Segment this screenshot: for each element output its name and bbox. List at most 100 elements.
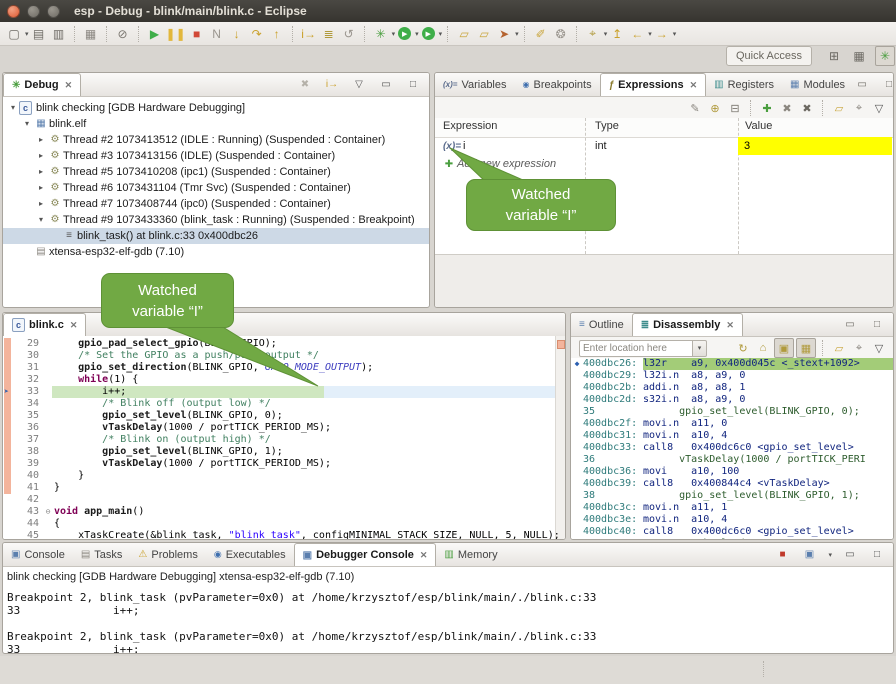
tree-expander-icon[interactable]: ▾ (35, 212, 47, 228)
disassembly-instruction-line[interactable]: 400dbc33:call8 0x400dc6c0 <gpio_set_leve… (571, 442, 893, 454)
show-view-management-icon[interactable]: ≣ (320, 25, 338, 43)
show-source-icon[interactable]: ▣ (774, 338, 794, 358)
suspend-icon[interactable]: ❚❚ (166, 25, 186, 43)
open-folder-icon[interactable]: ▱ (455, 25, 473, 43)
external-tools-dropdown-icon[interactable]: ▾ (439, 30, 443, 38)
column-value[interactable]: Value (745, 120, 772, 132)
tree-expander-icon[interactable]: ▸ (35, 148, 47, 164)
back-dropdown-icon[interactable]: ▾ (648, 30, 652, 38)
code-line[interactable]: 37 /* Blink on (output high) */ (3, 434, 555, 446)
column-type[interactable]: Type (595, 120, 619, 132)
show-type-names-icon[interactable]: ✎ (686, 99, 704, 117)
maximize-icon[interactable]: □ (868, 316, 886, 334)
debug-icon[interactable]: ✳ (372, 25, 390, 43)
maximize-icon[interactable]: □ (880, 76, 894, 94)
tab-memory[interactable]: ▥ Memory (436, 543, 505, 566)
display-selected-console-icon[interactable]: ▣ (800, 546, 818, 564)
annotation-gutter[interactable] (3, 506, 17, 518)
build-icon[interactable]: ▦ (82, 25, 100, 43)
view-menu-icon[interactable]: ▽ (870, 339, 888, 357)
annotation-gutter[interactable] (3, 422, 17, 434)
tab-modules[interactable]: ▦ Modules (782, 73, 853, 96)
debug-tree-item[interactable]: ▸⚙Thread #3 1073413156 (IDLE) (Suspended… (3, 148, 429, 164)
last-edit-location-icon[interactable]: ↥ (608, 25, 626, 43)
code-line[interactable]: 34 /* Blink off (output low) */ (3, 398, 555, 410)
breakpoint-gutter[interactable]: ➤ (3, 386, 17, 398)
annotation-gutter[interactable] (3, 362, 17, 374)
flash-to-device-dropdown-icon[interactable]: ▾ (515, 30, 519, 38)
display-selected-console-dropdown-icon[interactable]: ▾ (828, 551, 832, 559)
maximize-icon[interactable]: □ (868, 546, 886, 564)
disassembly-instruction-line[interactable]: 400dbc39:call8 0x400844c4 <vTaskDelay> (571, 478, 893, 490)
debug-tree-item[interactable]: ▸⚙Thread #6 1073431104 (Tmr Svc) (Suspen… (3, 180, 429, 196)
tab-breakpoints[interactable]: ◉ Breakpoints (515, 73, 600, 96)
tab-debugger-console[interactable]: ▣ Debugger Console ✕ (294, 543, 437, 566)
annotation-gutter[interactable] (3, 494, 17, 506)
flash-to-device-icon[interactable]: ➤ (495, 25, 513, 43)
instruction-stepping-mode-icon[interactable]: i→ (323, 76, 341, 94)
save-all-icon[interactable]: ▥ (50, 25, 68, 43)
tab-executables[interactable]: ◉ Executables (206, 543, 294, 566)
minimize-icon[interactable]: ▭ (841, 546, 859, 564)
format-icon[interactable]: ✐ (532, 25, 550, 43)
annotation-gutter[interactable] (3, 458, 17, 470)
disassembly-instruction-line[interactable]: 400dbc31:movi.n a10, 4 (571, 430, 893, 442)
disassembly-instruction-line[interactable]: 400dbc36:movi a10, 100 (571, 466, 893, 478)
remove-expression-icon[interactable]: ✖ (778, 99, 796, 117)
code-line[interactable]: 44{ (3, 518, 555, 530)
disassembly-instruction-line[interactable]: 400dbc40:call8 0x400dc6c0 <gpio_set_leve… (571, 526, 893, 538)
annotation-gutter[interactable] (3, 374, 17, 386)
code-line[interactable]: 42 (3, 494, 555, 506)
tree-expander-icon[interactable]: ▸ (35, 132, 47, 148)
disconnect-icon[interactable]: N (208, 25, 226, 43)
new-icon[interactable]: ▢ (5, 25, 23, 43)
close-icon[interactable]: ✕ (420, 550, 428, 561)
disassembly-instruction-line[interactable]: ◆400dbc26:l32r a9, 0x400d045c <_stext+10… (571, 358, 893, 370)
minimize-icon[interactable]: ▭ (841, 316, 859, 334)
disassembly-instruction-line[interactable]: 400dbc29:l32i.n a8, a9, 0 (571, 370, 893, 382)
step-into-icon[interactable]: ↓ (228, 25, 246, 43)
instruction-stepping-icon[interactable]: i→ (300, 25, 318, 43)
terminate-icon[interactable]: ■ (188, 25, 206, 43)
code-line[interactable]: 39 vTaskDelay(1000 / portTICK_PERIOD_MS)… (3, 458, 555, 470)
tab-blink-c[interactable]: c blink.c ✕ (3, 313, 86, 336)
disassembly-instruction-line[interactable]: 400dbc2f:movi.n a11, 0 (571, 418, 893, 430)
tree-expander-icon[interactable]: ▾ (7, 100, 19, 116)
fold-marker-icon[interactable]: ⊖ (42, 506, 54, 518)
minimize-icon[interactable]: ▭ (853, 76, 871, 94)
annotation-gutter[interactable] (3, 398, 17, 410)
tree-expander-icon[interactable]: ▸ (35, 196, 47, 212)
debug-perspective-icon[interactable]: ✳ (875, 46, 895, 66)
tab-console[interactable]: ▣ Console (3, 543, 73, 566)
annotation-gutter[interactable] (3, 338, 17, 350)
resume-icon[interactable]: ▶ (146, 25, 164, 43)
pin-view-icon[interactable]: ⌖ (850, 99, 868, 117)
annotation-gutter[interactable] (3, 518, 17, 530)
tab-problems[interactable]: ⚠ Problems (130, 543, 205, 566)
remove-all-expressions-icon[interactable]: ✖ (798, 99, 816, 117)
console-output[interactable]: Breakpoint 2, blink_task (pvParameter=0x… (3, 585, 893, 654)
annotation-gutter[interactable] (3, 350, 17, 362)
open-project-icon[interactable]: ▱ (475, 25, 493, 43)
home-icon[interactable]: ⌂ (754, 339, 772, 357)
view-menu-icon[interactable]: ▽ (350, 76, 368, 94)
tab-debug[interactable]: ✳ Debug ✕ (3, 73, 81, 96)
new-view-icon[interactable]: ▱ (830, 339, 848, 357)
tree-expander-icon[interactable]: ▸ (35, 180, 47, 196)
code-line[interactable]: 40 } (3, 470, 555, 482)
tab-expressions[interactable]: ƒ Expressions ✕ (600, 73, 707, 96)
disassembly-source-line[interactable]: 36 vTaskDelay(1000 / portTICK_PERI (571, 454, 893, 466)
back-icon[interactable]: ← (628, 25, 646, 43)
collapse-all-icon[interactable]: ⊟ (726, 99, 744, 117)
remove-all-terminated-icon[interactable]: ✖ (296, 76, 314, 94)
new-view-icon[interactable]: ▱ (830, 99, 848, 117)
quick-access-button[interactable]: Quick Access (726, 46, 812, 66)
save-icon[interactable]: ▤ (30, 25, 48, 43)
tab-outline[interactable]: ≡ Outline (571, 313, 632, 336)
code-line[interactable]: 38 gpio_set_level(BLINK_GPIO, 1); (3, 446, 555, 458)
debug-tree-item[interactable]: ▸⚙Thread #2 1073413512 (IDLE : Running) … (3, 132, 429, 148)
annotation-gutter[interactable] (3, 530, 17, 539)
code-line[interactable]: 36 vTaskDelay(1000 / portTICK_PERIOD_MS)… (3, 422, 555, 434)
view-menu-icon[interactable]: ▽ (870, 99, 888, 117)
annotation-gutter[interactable] (3, 470, 17, 482)
